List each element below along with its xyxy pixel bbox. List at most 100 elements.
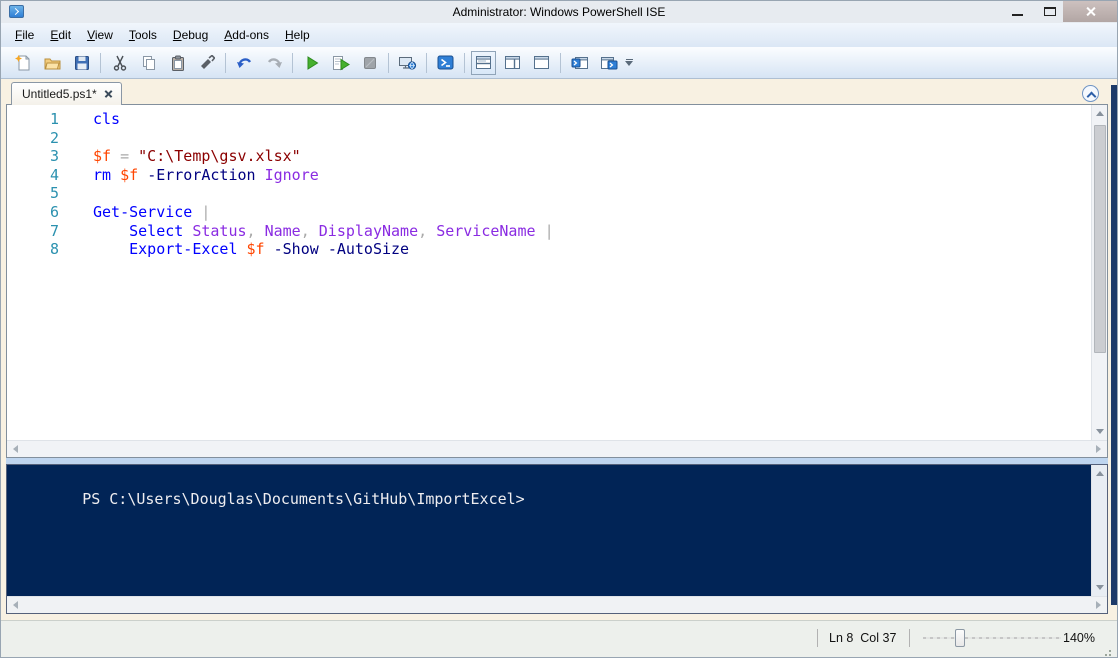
open-script-button[interactable]: [40, 51, 65, 75]
run-selection-button[interactable]: [328, 51, 353, 75]
console-horizontal-scrollbar[interactable]: [7, 596, 1107, 613]
toolbar-separator: [388, 53, 389, 73]
toolbar-separator: [426, 53, 427, 73]
scroll-up-icon[interactable]: [1096, 111, 1104, 116]
new-powershell-tab-button[interactable]: [567, 51, 592, 75]
menu-tools[interactable]: Tools: [121, 25, 165, 45]
scroll-down-icon[interactable]: [1096, 585, 1104, 590]
close-button[interactable]: [1063, 1, 1118, 22]
script-pane-top-icon: [475, 55, 492, 70]
code-line: 5: [7, 184, 1091, 203]
maximize-icon: [1044, 7, 1056, 16]
menu-file[interactable]: File: [7, 25, 42, 45]
menu-debug[interactable]: Debug: [165, 25, 216, 45]
toolbar-separator: [225, 53, 226, 73]
stop-icon: [362, 55, 378, 71]
save-icon: [74, 55, 90, 71]
close-icon: [1085, 6, 1096, 17]
paste-button[interactable]: [165, 51, 190, 75]
zoom-slider-thumb[interactable]: [955, 629, 965, 647]
console-pane[interactable]: PS C:\Users\Douglas\Documents\GitHub\Imp…: [6, 464, 1108, 614]
menu-add-ons[interactable]: Add-ons: [216, 25, 277, 45]
run-script-button[interactable]: [299, 51, 324, 75]
editor-horizontal-scrollbar[interactable]: [7, 440, 1107, 457]
right-edge-strip: [1111, 85, 1118, 605]
script-pane-maximized-icon: [533, 55, 550, 70]
tab-label: Untitled5.ps1*: [22, 87, 97, 101]
toolbar-overflow-button[interactable]: [625, 59, 633, 67]
new-script-button[interactable]: [11, 51, 36, 75]
run-icon: [304, 55, 320, 71]
cut-icon: [112, 55, 128, 71]
tab-untitled5[interactable]: Untitled5.ps1*: [11, 82, 122, 105]
scroll-left-icon[interactable]: [13, 601, 18, 609]
collapse-script-pane-button[interactable]: [1082, 85, 1099, 102]
start-powershell-button[interactable]: [433, 51, 458, 75]
line-number: 7: [7, 222, 59, 241]
menu-edit[interactable]: Edit: [42, 25, 79, 45]
status-separator: [909, 629, 910, 647]
status-bar: Ln 8 Col 37 140%: [1, 620, 1117, 658]
scroll-right-icon[interactable]: [1096, 601, 1101, 609]
code-line: 4rm $f -ErrorAction Ignore: [7, 166, 1091, 185]
show-script-pane-right-button[interactable]: [500, 51, 525, 75]
line-number: 3: [7, 147, 59, 166]
copy-icon: [141, 55, 157, 71]
minimize-button[interactable]: [1003, 1, 1033, 22]
editor-vscroll-thumb[interactable]: [1094, 125, 1106, 353]
toolbar-separator: [464, 53, 465, 73]
resize-grip-icon[interactable]: [1109, 650, 1111, 652]
title-bar: Administrator: Windows PowerShell ISE: [1, 1, 1117, 23]
maximize-button[interactable]: [1035, 1, 1065, 22]
zoom-slider[interactable]: [923, 637, 1061, 639]
scroll-down-icon[interactable]: [1096, 429, 1104, 434]
zoom-level: 140%: [1063, 631, 1095, 645]
code-line: 1cls: [7, 110, 1091, 129]
line-number: 5: [7, 184, 59, 203]
scroll-right-icon[interactable]: [1096, 445, 1101, 453]
show-script-pane-maximized-button[interactable]: [529, 51, 554, 75]
open-folder-icon: [44, 55, 62, 71]
editor-vertical-scrollbar[interactable]: [1091, 105, 1107, 440]
clear-console-icon: [199, 55, 215, 71]
paste-icon: [170, 55, 186, 71]
minimize-icon: [1012, 14, 1023, 16]
line-number: 6: [7, 203, 59, 222]
tab-close-icon[interactable]: [104, 90, 113, 99]
new-remote-powershell-tab-button[interactable]: [395, 51, 420, 75]
redo-button[interactable]: [261, 51, 286, 75]
menu-bar: File Edit View Tools Debug Add-ons Help: [1, 23, 1117, 47]
console-output[interactable]: PS C:\Users\Douglas\Documents\GitHub\Imp…: [7, 465, 1107, 596]
save-script-button[interactable]: [69, 51, 94, 75]
powershell-tab-button[interactable]: [596, 51, 621, 75]
powershell-ise-window: Administrator: Windows PowerShell ISE Fi…: [0, 0, 1118, 658]
toolbar-separator: [560, 53, 561, 73]
code-line: 6Get-Service |: [7, 203, 1091, 222]
line-number: 4: [7, 166, 59, 185]
console-prompt: PS C:\Users\Douglas\Documents\GitHub\Imp…: [82, 490, 525, 508]
copy-button[interactable]: [136, 51, 161, 75]
clear-console-pane-button[interactable]: [194, 51, 219, 75]
line-number: 2: [7, 129, 59, 148]
console-vertical-scrollbar[interactable]: [1091, 465, 1107, 596]
script-pane-right-icon: [504, 55, 521, 70]
undo-icon: [236, 55, 254, 71]
toolbar-separator: [292, 53, 293, 73]
code-line: 3$f = "C:\Temp\gsv.xlsx": [7, 147, 1091, 166]
stop-operation-button[interactable]: [357, 51, 382, 75]
scroll-up-icon[interactable]: [1096, 471, 1104, 476]
code-line: 8 Export-Excel $f -Show -AutoSize: [7, 240, 1091, 259]
menu-view[interactable]: View: [79, 25, 121, 45]
cut-button[interactable]: [107, 51, 132, 75]
menu-help[interactable]: Help: [277, 25, 318, 45]
toolbar-separator: [100, 53, 101, 73]
status-separator: [817, 629, 818, 647]
run-selection-icon: [332, 55, 350, 71]
undo-button[interactable]: [232, 51, 257, 75]
toolbar: [1, 47, 1117, 79]
show-script-pane-top-button[interactable]: [471, 51, 496, 75]
code-lines[interactable]: 1cls23$f = "C:\Temp\gsv.xlsx"4rm $f -Err…: [7, 105, 1091, 440]
line-number: 1: [7, 110, 59, 129]
script-editor-pane[interactable]: 1cls23$f = "C:\Temp\gsv.xlsx"4rm $f -Err…: [6, 104, 1108, 458]
scroll-left-icon[interactable]: [13, 445, 18, 453]
